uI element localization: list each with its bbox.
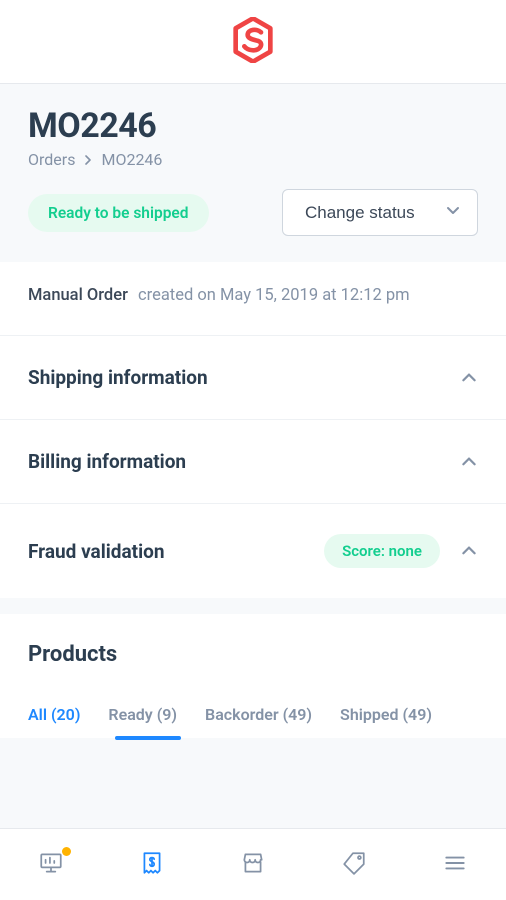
breadcrumb-root[interactable]: Orders [28, 150, 75, 169]
nav-discounts[interactable] [332, 843, 376, 887]
tag-icon [341, 850, 367, 880]
order-type-label: Manual Order [28, 286, 128, 305]
products-tabs: All (20) Ready (9) Backorder (49) Shippe… [28, 705, 478, 738]
change-status-label: Change status [305, 203, 415, 223]
chevron-up-icon [460, 542, 478, 560]
products-card: Products All (20) Ready (9) Backorder (4… [0, 614, 506, 738]
order-title: MO2246 [28, 106, 478, 146]
chevron-right-icon [83, 155, 93, 165]
billing-info-toggle[interactable]: Billing information [0, 420, 506, 503]
hamburger-menu-icon [442, 850, 468, 880]
presentation-chart-icon [38, 850, 64, 880]
notification-dot-icon [62, 847, 71, 856]
tab-all[interactable]: All (20) [28, 705, 80, 738]
products-title: Products [28, 642, 478, 667]
tab-shipped[interactable]: Shipped (49) [340, 705, 432, 738]
chevron-down-icon [445, 202, 461, 223]
bottom-nav [0, 828, 506, 900]
tab-ready[interactable]: Ready (9) [108, 705, 177, 738]
order-details-card: Manual Order created on May 15, 2019 at … [0, 262, 506, 598]
change-status-button[interactable]: Change status [282, 189, 478, 236]
nav-menu[interactable] [433, 843, 477, 887]
nav-orders[interactable] [130, 843, 174, 887]
order-created-text: created on May 15, 2019 at 12:12 pm [138, 286, 410, 305]
chevron-up-icon [460, 453, 478, 471]
tab-backorder[interactable]: Backorder (49) [205, 705, 312, 738]
fraud-validation-title: Fraud validation [28, 540, 164, 563]
shipping-info-toggle[interactable]: Shipping information [0, 336, 506, 419]
nav-dashboard[interactable] [29, 843, 73, 887]
chevron-up-icon [460, 369, 478, 387]
invoice-dollar-icon [139, 850, 165, 880]
storefront-icon [240, 850, 266, 880]
breadcrumb-current: MO2246 [101, 150, 162, 169]
fraud-score-badge: Score: none [324, 534, 440, 568]
app-logo-icon [233, 17, 273, 67]
nav-products[interactable] [231, 843, 275, 887]
status-badge: Ready to be shipped [28, 194, 209, 232]
billing-info-title: Billing information [28, 450, 186, 473]
order-meta: Manual Order created on May 15, 2019 at … [0, 262, 506, 336]
order-header: MO2246 Orders MO2246 Ready to be shipped… [0, 84, 506, 262]
breadcrumb: Orders MO2246 [28, 150, 478, 169]
fraud-validation-toggle[interactable]: Fraud validation Score: none [0, 504, 506, 598]
top-bar [0, 0, 506, 84]
shipping-info-title: Shipping information [28, 366, 208, 389]
